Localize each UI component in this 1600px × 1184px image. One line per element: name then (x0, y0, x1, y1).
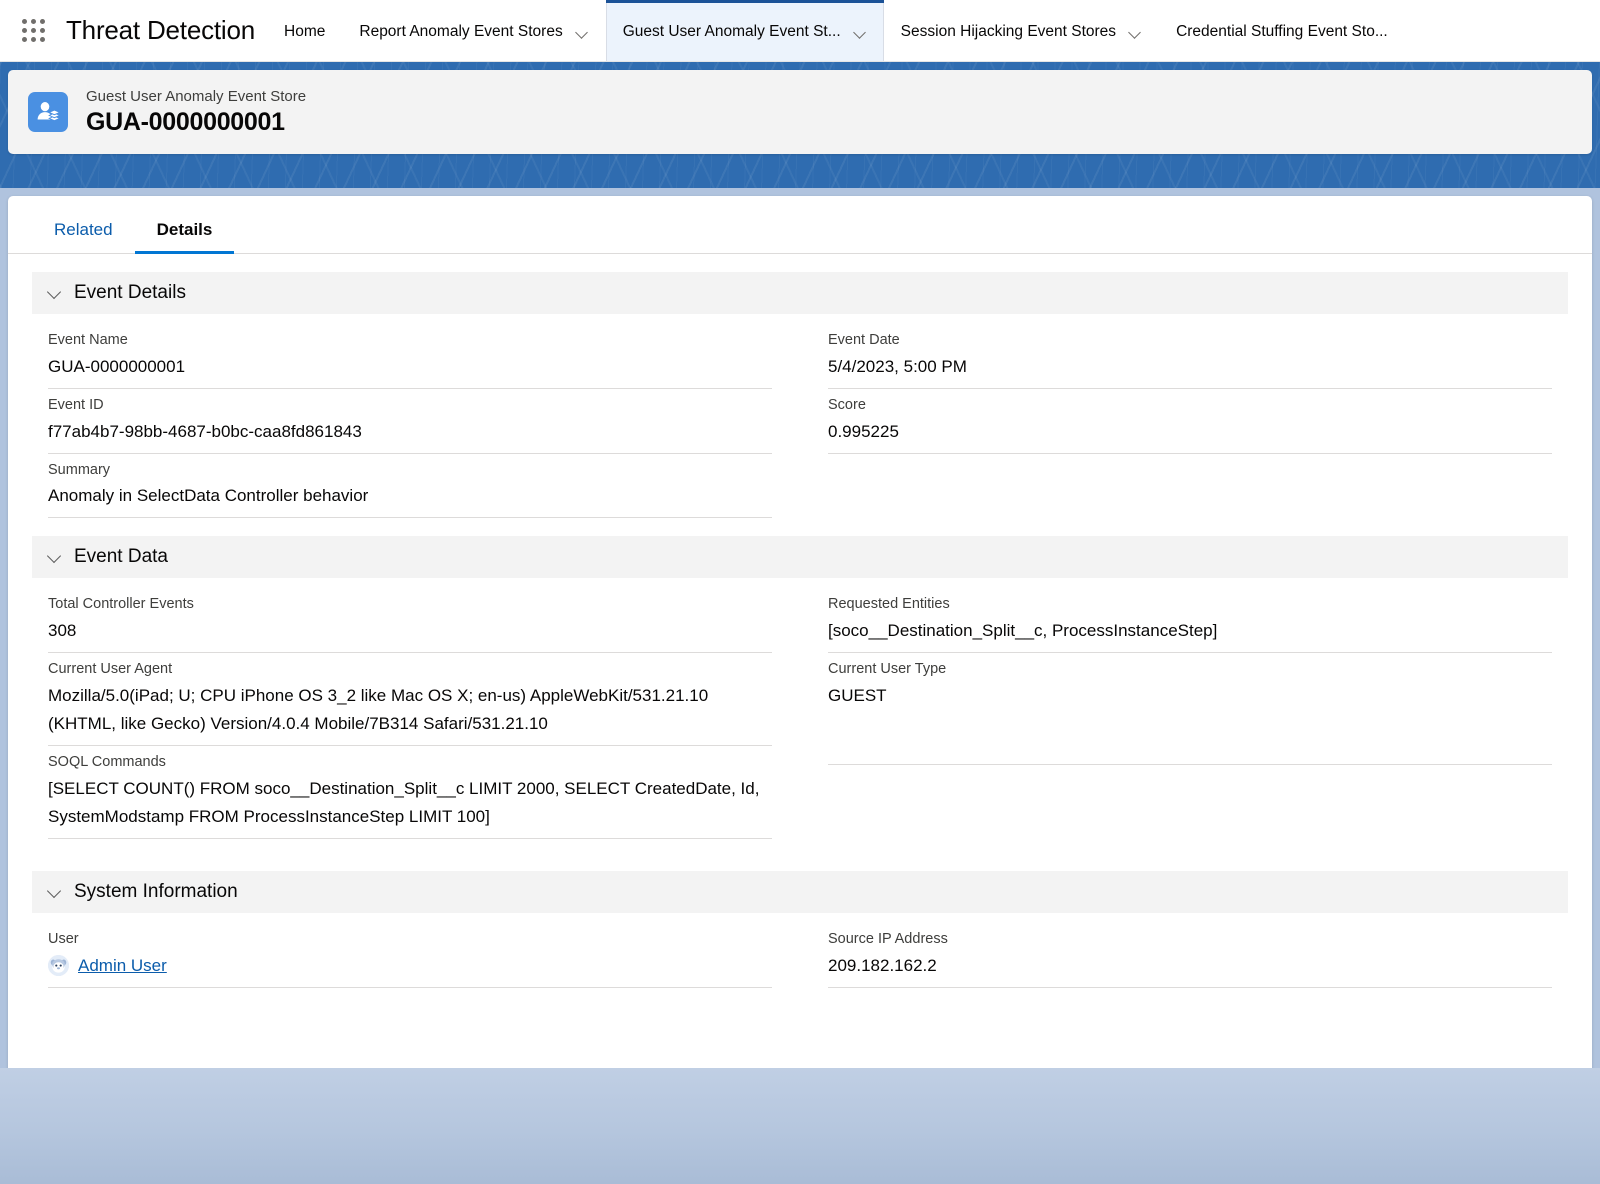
field-value: [SELECT COUNT() FROM soco__Destination_S… (48, 778, 760, 826)
field-empty-placeholder (828, 765, 1552, 855)
nav-item-session-hijacking-event-stores[interactable]: Session Hijacking Event Stores (884, 0, 1159, 61)
field-label: Event Name (48, 332, 128, 348)
field-label: Current User Type (828, 661, 947, 678)
nav-item-label: Credential Stuffing Event Sto... (1176, 23, 1388, 40)
field-value: 5/4/2023, 5:00 PM (828, 356, 967, 376)
waffle-grid-icon (21, 19, 45, 42)
field-user: User Admin User (48, 923, 772, 988)
astro-avatar-icon (48, 955, 69, 977)
record-header-card: Guest User Anomaly Event Store GUA-00000… (8, 70, 1592, 154)
chevron-down-icon[interactable] (48, 885, 62, 899)
field-value: 209.182.162.2 (828, 955, 937, 975)
page-background-bottom (0, 1068, 1600, 1184)
field-label: Requested Entities (828, 596, 950, 613)
nav-item-report-anomaly-event-stores[interactable]: Report Anomaly Event Stores (342, 0, 605, 61)
field-value: f77ab4b7-98bb-4687-b0bc-caa8fd861843 (48, 421, 362, 441)
field-current-user-type: Current User Type GUEST (828, 653, 1552, 766)
field-label: SOQL Commands (48, 754, 166, 771)
field-empty-placeholder (828, 454, 1552, 503)
section-header-event-details[interactable]: Event Details (32, 272, 1568, 314)
nav-item-label: Guest User Anomaly Event St... (622, 23, 841, 40)
nav-item-home[interactable]: Home (267, 0, 342, 61)
user-link[interactable]: Admin User (78, 952, 167, 980)
record-detail-card: Related Details Event Details Event Name… (8, 196, 1592, 1076)
section-header-event-data[interactable]: Event Data (32, 536, 1568, 579)
chevron-down-icon[interactable] (1129, 26, 1142, 39)
field-event-name: Event Name GUA-0000000001 (48, 324, 772, 389)
field-current-user-agent: Current User Agent Mozilla/5.0(iPad; U; … (48, 653, 772, 747)
record-banner: Guest User Anomaly Event Store GUA-00000… (0, 62, 1600, 188)
field-value: 0.995225 (828, 421, 899, 441)
section-title: Event Data (74, 546, 168, 568)
section-body-event-details: Event Name GUA-0000000001 Event ID f77ab… (32, 324, 1568, 519)
field-value: Admin User (48, 952, 772, 980)
nav-item-list: Home Report Anomaly Event Stores Guest U… (267, 0, 1600, 61)
section-title: System Information (74, 881, 238, 903)
app-launcher-button[interactable] (0, 0, 56, 61)
field-label: Current User Agent (48, 661, 173, 678)
field-score: Score 0.995225 (828, 389, 1552, 454)
section-header-system-information[interactable]: System Information (32, 871, 1568, 914)
field-label: Event Date (828, 332, 900, 348)
nav-item-label: Session Hijacking Event Stores (900, 23, 1117, 40)
field-label: Summary (48, 461, 111, 478)
guest-user-anomaly-event-store-icon (28, 92, 68, 132)
tab-related[interactable]: Related (32, 221, 135, 254)
field-requested-entities: Requested Entities [soco__Destination_Sp… (828, 588, 1552, 654)
chevron-down-icon[interactable] (48, 550, 62, 564)
field-value: GUEST (828, 685, 887, 705)
global-navigation-bar: Threat Detection Home Report Anomaly Eve… (0, 0, 1600, 62)
field-source-ip-address: Source IP Address 209.182.162.2 (828, 923, 1552, 988)
field-label: Source IP Address (828, 931, 948, 948)
chevron-down-icon[interactable] (576, 26, 589, 39)
right-column: Event Date 5/4/2023, 5:00 PM Score 0.995… (828, 324, 1552, 518)
field-value: [soco__Destination_Split__c, ProcessInst… (828, 621, 1218, 641)
field-event-date: Event Date 5/4/2023, 5:00 PM (828, 324, 1552, 389)
left-column: User Admin User (48, 923, 772, 988)
nav-item-credential-stuffing-event-stores[interactable]: Credential Stuffing Event Sto... (1159, 0, 1405, 61)
left-column: Event Name GUA-0000000001 Event ID f77ab… (48, 324, 772, 519)
record-object-label: Guest User Anomaly Event Store (86, 87, 307, 105)
section-body-system-information: User Admin User Source IP Address 209.18… (32, 923, 1568, 988)
right-column: Source IP Address 209.182.162.2 (828, 923, 1552, 988)
field-summary: Summary Anomaly in SelectData Controller… (48, 454, 772, 519)
left-column: Total Controller Events 308 Current User… (48, 588, 772, 855)
field-value: Anomaly in SelectData Controller behavio… (48, 486, 369, 506)
chevron-down-icon[interactable] (854, 26, 867, 39)
app-name[interactable]: Threat Detection (56, 0, 267, 61)
field-value: 308 (48, 621, 77, 641)
chevron-down-icon[interactable] (48, 286, 62, 300)
nav-item-label: Report Anomaly Event Stores (359, 23, 563, 40)
nav-item-label: Home (284, 23, 326, 40)
field-total-controller-events: Total Controller Events 308 (48, 588, 772, 654)
details-body: Event Details Event Name GUA-0000000001 … (8, 254, 1592, 988)
field-label: User (48, 931, 79, 948)
field-value: GUA-0000000001 (48, 356, 186, 376)
field-event-id: Event ID f77ab4b7-98bb-4687-b0bc-caa8fd8… (48, 389, 772, 454)
page-title: GUA-0000000001 (86, 107, 285, 136)
field-label: Total Controller Events (48, 596, 194, 613)
record-tabset: Related Details (8, 196, 1592, 254)
tab-details[interactable]: Details (134, 221, 235, 254)
right-column: Requested Entities [soco__Destination_Sp… (828, 588, 1552, 855)
field-label: Score (828, 396, 866, 413)
section-body-event-data: Total Controller Events 308 Current User… (32, 588, 1568, 855)
field-value: Mozilla/5.0(iPad; U; CPU iPhone OS 3_2 l… (48, 685, 709, 733)
nav-item-guest-user-anomaly-event-stores[interactable]: Guest User Anomaly Event St... (605, 0, 884, 61)
field-soql-commands: SOQL Commands [SELECT COUNT() FROM soco_… (48, 746, 772, 839)
record-title-group: Guest User Anomaly Event Store GUA-00000… (86, 88, 306, 137)
field-label: Event ID (48, 396, 104, 413)
section-title: Event Details (74, 282, 186, 303)
